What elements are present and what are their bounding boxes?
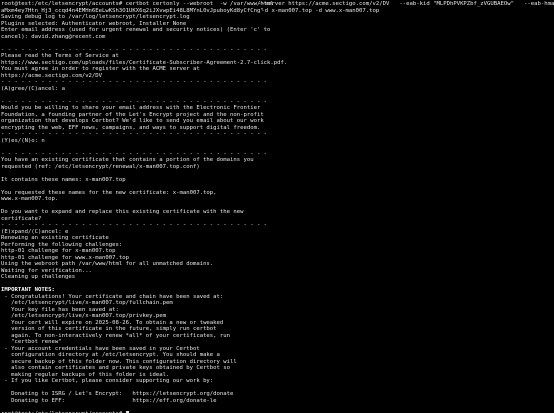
terminal-line: cancel): david.zhang@recent.com — [1, 33, 106, 40]
terminal-line: requested (ref: /etc/letsencrypt/renewal… — [1, 163, 200, 170]
terminal-window[interactable]: root@test:/etc/letsencrypt/accounts# cer… — [0, 0, 554, 413]
terminal-line: - If you like Certbot, please consider s… — [1, 378, 214, 384]
terminal-line: (A)gree/(C)ancel: a — [1, 85, 65, 92]
command-continuation: --server https://acme.sectigo.com/v2/DV … — [258, 1, 554, 14]
terminal-line: It contains these names: x-man007.top — [1, 176, 126, 183]
terminal-line: www.x-man007.top. — [1, 196, 59, 202]
command-line-fragment: -d x-man007.top -d www.x-man007.top — [258, 7, 380, 14]
terminal-line: (Y)es/(N)o: n — [1, 137, 45, 144]
terminal-line: Donating to EFF: https://eff.org/donate-… — [1, 397, 217, 404]
terminal-line: Cleaning up challenges — [1, 274, 76, 280]
